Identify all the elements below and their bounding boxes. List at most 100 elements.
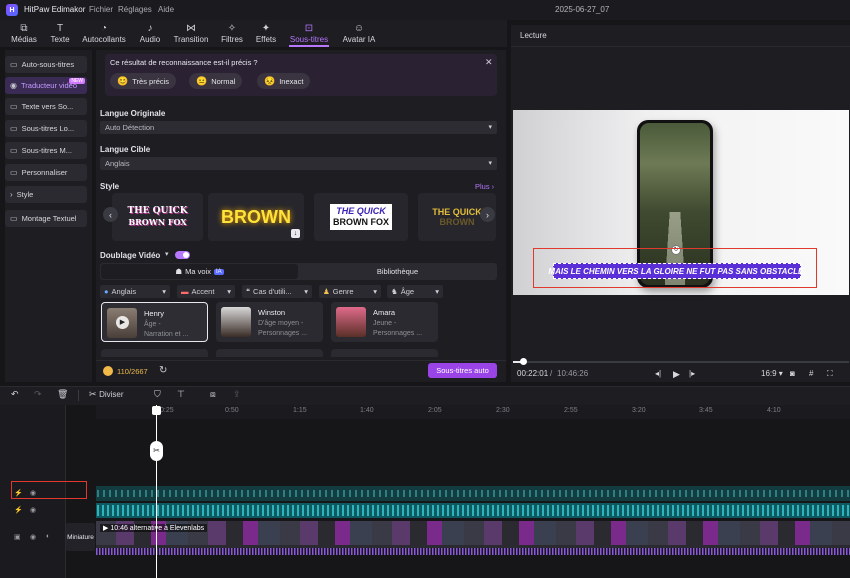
- normal-button[interactable]: 😐 Normal: [189, 73, 243, 89]
- tab-audio[interactable]: ♪ Audio: [135, 20, 165, 47]
- tab-sous-titres[interactable]: ⊡ Sous-titres: [285, 20, 333, 47]
- track-visibility-icon[interactable]: ◉: [30, 506, 36, 514]
- thumbnail-button[interactable]: Miniature: [66, 523, 95, 551]
- sidebar-item-personnaliser[interactable]: ▭ Personnaliser: [5, 164, 87, 181]
- divider: [78, 390, 79, 401]
- sidebar-item-texte-vers-son[interactable]: ▭ Texte vers So...: [5, 98, 87, 115]
- chevron-left-icon: ‹: [109, 209, 112, 220]
- text-icon: T: [56, 23, 64, 34]
- export-clip-icon[interactable]: ⇪: [233, 389, 241, 400]
- playhead[interactable]: [156, 405, 157, 578]
- filter-use-case[interactable]: ❝ Cas d'utili... ▾: [242, 285, 312, 298]
- close-icon[interactable]: ✕: [485, 57, 493, 68]
- tab-avatar-ia[interactable]: ☺ Avatar IA: [337, 20, 381, 47]
- audio-detach-icon[interactable]: ⧈: [210, 389, 216, 400]
- frown-icon: 😣: [264, 75, 276, 86]
- effects-icon: ✦: [261, 23, 271, 34]
- time-total: 10:46:26: [557, 369, 589, 378]
- style-card-3[interactable]: THE QUICK BROWN FOX: [314, 193, 408, 241]
- download-icon[interactable]: ↓: [291, 229, 300, 238]
- subtitle-local-icon: ▭: [10, 124, 18, 133]
- undo-icon[interactable]: ↶: [11, 389, 19, 400]
- styles-next-button[interactable]: ›: [480, 207, 495, 222]
- play-icon[interactable]: ▶: [116, 316, 129, 329]
- snapshot-icon[interactable]: ◙: [790, 369, 795, 378]
- split-button[interactable]: ✂ Diviser: [89, 389, 124, 400]
- filter-language[interactable]: ● Anglais ▾: [100, 285, 170, 298]
- audio-track-b[interactable]: [96, 503, 850, 518]
- filter-gender[interactable]: ♟ Genre ▾: [319, 285, 381, 298]
- track-lock-icon[interactable]: ▣: [14, 533, 21, 541]
- target-language-select[interactable]: Anglais ▾: [100, 157, 497, 170]
- my-voice-tab[interactable]: ☗ Ma voix IA: [101, 264, 298, 279]
- tab-transition[interactable]: ⋈ Transition: [169, 20, 213, 47]
- sticker-icon: ◔: [100, 23, 108, 34]
- video-track[interactable]: ▶ 10:46 alternative à Elevenlabs: [96, 521, 850, 548]
- styles-prev-button[interactable]: ‹: [103, 207, 118, 222]
- aspect-ratio-select[interactable]: 16:9 ▾: [761, 369, 783, 378]
- tab-medias[interactable]: ⧉ Médias: [6, 20, 42, 47]
- voice-card-amara[interactable]: Amara Jeune - Personnages ...: [331, 302, 438, 342]
- timeline-toolbar: [0, 386, 850, 405]
- library-tab[interactable]: Bibliothèque: [299, 264, 496, 279]
- playhead-handle[interactable]: [152, 406, 161, 415]
- inaccurate-button[interactable]: 😣 Inexact: [257, 73, 311, 89]
- accent-icon: ▬: [181, 287, 189, 296]
- customize-icon: ▭: [10, 168, 18, 177]
- more-styles-link[interactable]: Plus ›: [475, 182, 494, 191]
- ruler-tick: 3:45: [699, 407, 713, 414]
- chevron-down-icon: ▾: [162, 287, 166, 296]
- tab-effets[interactable]: ✦ Effets: [251, 20, 281, 47]
- text-edit-icon: ▭: [10, 214, 18, 223]
- track-mute-icon[interactable]: ◐: [46, 533, 50, 540]
- fullscreen-icon[interactable]: ⛶: [827, 369, 833, 379]
- sidebar-item-auto-sous-titres[interactable]: ▭ Auto-sous-titres: [5, 56, 87, 73]
- preview-progress-track[interactable]: [513, 361, 849, 363]
- sidebar-item-sous-titres-lo[interactable]: ▭ Sous-titres Lo...: [5, 120, 87, 137]
- menu-aide[interactable]: Aide: [158, 5, 174, 14]
- sidebar-item-style[interactable]: › Style: [5, 186, 87, 203]
- preview-title: Lecture: [520, 31, 547, 40]
- voice-card-henry[interactable]: ▶ Henry Âge - Narration et ...: [101, 302, 208, 342]
- globe-icon: ●: [104, 287, 109, 296]
- ruler-tick: 2:55: [564, 407, 578, 414]
- track-visibility-icon[interactable]: ◉: [30, 533, 36, 541]
- track-effect-icon[interactable]: ⚡: [14, 506, 23, 514]
- tab-filtres[interactable]: ✧ Filtres: [216, 20, 248, 47]
- menu-reglages[interactable]: Réglages: [118, 5, 152, 14]
- auto-subtitles-button[interactable]: Sous-titres auto: [428, 363, 497, 378]
- style-card-2[interactable]: BROWN ↓: [208, 193, 304, 241]
- dubbing-toggle[interactable]: [175, 251, 190, 259]
- voice-card-winston[interactable]: Winston D'âge moyen - Personnages ...: [216, 302, 323, 342]
- menu-fichier[interactable]: Fichier: [89, 5, 113, 14]
- play-icon[interactable]: ▶: [673, 369, 680, 380]
- very-accurate-button[interactable]: 😊 Très précis: [110, 73, 177, 89]
- subtitle-manual-icon: ▭: [10, 146, 18, 155]
- scissors-icon[interactable]: ✂: [150, 441, 163, 461]
- text-tool-icon[interactable]: ⊤: [177, 389, 185, 400]
- redo-icon[interactable]: ↷: [34, 389, 42, 400]
- sidebar-item-traducteur-video[interactable]: ◉ Traducteur vidéo NEW: [5, 77, 87, 94]
- next-frame-icon[interactable]: |▸: [689, 369, 695, 378]
- new-badge: NEW: [69, 78, 85, 84]
- filter-age[interactable]: ♞ Âge ▾: [387, 285, 443, 298]
- chevron-down-icon: ▾: [435, 287, 439, 296]
- grid-icon[interactable]: #: [809, 369, 813, 378]
- avatar-icon: ☺: [353, 23, 365, 34]
- chevron-down-icon[interactable]: ▾: [165, 250, 169, 258]
- audio-waveform: [96, 545, 850, 557]
- sidebar-item-sous-titres-m[interactable]: ▭ Sous-titres M...: [5, 142, 87, 159]
- audio-track-a[interactable]: [96, 486, 850, 501]
- original-language-select[interactable]: Auto Détection ▾: [100, 121, 497, 134]
- tab-texte[interactable]: T Texte: [45, 20, 75, 47]
- project-title: 2025-06-27_07: [555, 5, 610, 14]
- style-card-1[interactable]: THE QUICK BROWN FOX: [112, 193, 203, 241]
- delete-icon[interactable]: 🗑: [57, 389, 68, 400]
- refresh-icon[interactable]: ↻: [159, 365, 167, 376]
- marker-icon[interactable]: ⛉: [154, 389, 161, 400]
- filter-accent[interactable]: ▬ Accent ▾: [177, 285, 235, 298]
- tab-autocollants[interactable]: ◔ Autocollants: [78, 20, 130, 47]
- prev-frame-icon[interactable]: ◂|: [655, 369, 661, 378]
- sidebar-item-montage-textuel[interactable]: ▭ Montage Textuel: [5, 210, 87, 227]
- coin-icon: [103, 366, 113, 376]
